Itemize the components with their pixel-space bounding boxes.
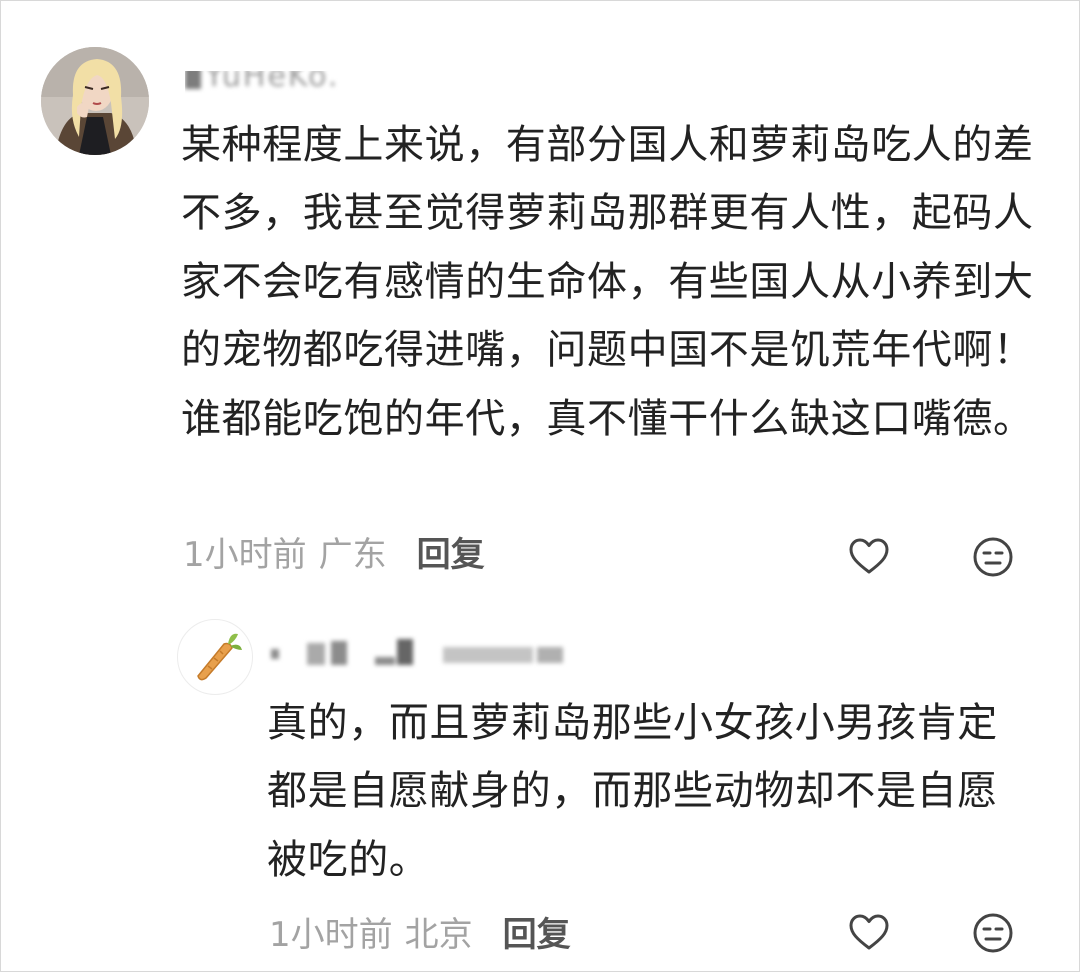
mosaic-block: [185, 71, 201, 89]
timestamp: 1小时前: [183, 535, 307, 575]
like-button[interactable]: [847, 911, 891, 955]
heart-outline-icon: [849, 538, 889, 574]
reply-avatar[interactable]: [177, 619, 253, 695]
dislike-button[interactable]: [971, 535, 1015, 579]
dislike-button[interactable]: [971, 911, 1015, 955]
reply-button[interactable]: 回复: [503, 915, 571, 955]
timestamp: 1小时前: [269, 915, 393, 955]
location: 广东: [318, 535, 387, 575]
avatar[interactable]: [41, 47, 149, 155]
unhappy-face-icon: [973, 913, 1013, 953]
user-avatar-illustration: [41, 47, 149, 155]
reply-button[interactable]: 回复: [417, 535, 485, 575]
unhappy-face-icon: [973, 537, 1013, 577]
carrot-icon: [197, 633, 242, 681]
comment-text: 某种程度上来说，有部分国人和萝莉岛吃人的差不多，我甚至觉得萝莉岛那群更有人性，起…: [181, 122, 1034, 442]
location: 北京: [404, 915, 473, 955]
reply-username-redacted[interactable]: [267, 635, 577, 671]
comment-meta: 1小时前 广东 回复: [183, 533, 485, 577]
heart-outline-icon: [849, 914, 889, 950]
like-button[interactable]: [847, 535, 891, 579]
username[interactable]: YuHeKo.: [185, 71, 339, 95]
comment-thread: YuHeKo. 某种程度上来说，有部分国人和萝莉岛吃人的差不多，我甚至觉得萝莉岛…: [0, 0, 1080, 972]
reply-meta: 1小时前 北京 回复: [269, 913, 571, 957]
reply-text: 真的，而且萝莉岛那些小女孩小男孩肯定都是自愿献身的，而那些动物却不是自愿被吃的。: [267, 700, 998, 883]
